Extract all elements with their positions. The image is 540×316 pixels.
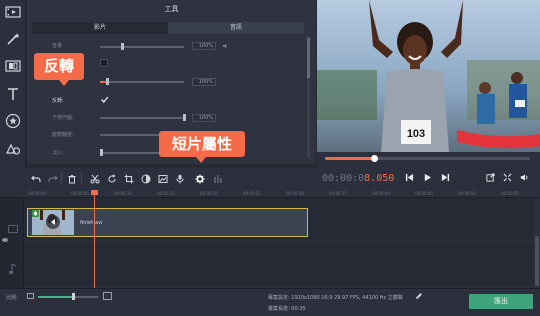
toolbar-divider (61, 173, 62, 184)
stabilize-slider-knob[interactable] (183, 114, 186, 121)
export-button[interactable]: 匯出 (469, 294, 533, 309)
zoom-in-icon[interactable] (103, 292, 112, 300)
record-audio-mic-icon[interactable] (173, 172, 186, 185)
clip-properties-callout: 短片屬性 (159, 131, 245, 157)
ruler-tick-label: 00:00:40 (372, 191, 390, 196)
ruler-tick-label: 00:00:20 (200, 191, 218, 196)
clip-filename: finish.avi (80, 220, 103, 226)
ruler-tick-label: 00:00:30 (286, 191, 304, 196)
playhead-line[interactable] (94, 192, 95, 290)
reverse-label: 反轉: (52, 98, 64, 104)
snapshot-export-icon[interactable] (484, 171, 497, 184)
rotate-slider[interactable] (100, 134, 160, 136)
panel-scrollbar-thumb[interactable] (307, 38, 310, 78)
color-swatch[interactable] (100, 59, 108, 67)
stabilize-slider[interactable] (100, 117, 184, 119)
titles-icon[interactable] (3, 85, 23, 103)
tab-audio[interactable]: 音訊 (168, 22, 304, 34)
timecode-elapsed: 00:00:0 (322, 173, 365, 184)
color-adjust-icon[interactable] (139, 172, 152, 185)
zoom-label: 比例: (6, 295, 18, 301)
speaker-icon[interactable] (222, 42, 230, 50)
clip-transition-rewind-icon[interactable] (46, 215, 60, 229)
ruler-tick-label: 00:00:15 (157, 191, 175, 196)
ruler-tick-label: 00:00:10 (114, 191, 132, 196)
playback-progress-fill (325, 157, 374, 160)
ruler-tick-label: 00:00:50 (458, 191, 476, 196)
tools-sidebar (0, 0, 26, 190)
ruler-tick-label: 00:00:35 (329, 191, 347, 196)
skip-back-icon[interactable] (403, 171, 416, 184)
video-track-icon[interactable] (8, 225, 18, 233)
reverse-callout: 反轉 (34, 53, 84, 80)
play-icon[interactable] (421, 171, 434, 184)
panel-title: 工具 (164, 5, 179, 13)
rotate-label: 旋轉軸度: (52, 132, 74, 138)
speed-value[interactable]: 100% (192, 78, 216, 86)
playback-progress-knob[interactable] (371, 155, 378, 162)
stabilize-value[interactable]: 100% (192, 114, 216, 122)
speed-slider[interactable] (100, 81, 184, 83)
volume-slider[interactable] (100, 46, 184, 48)
properties-tab-bar: 影片 音訊 (32, 22, 304, 34)
ruler-tick-label: 00:00:00 (28, 191, 46, 196)
tab-video[interactable]: 影片 (32, 22, 168, 34)
track-visibility-eye-icon[interactable] (2, 238, 8, 242)
fullscreen-icon[interactable] (501, 171, 514, 184)
import-media-icon[interactable] (3, 3, 23, 21)
fade-in-slider-knob[interactable] (100, 149, 103, 156)
redo-icon[interactable] (46, 172, 59, 185)
bib-number: 103 (407, 128, 425, 140)
project-settings-text: 專案設定: 1920x1080 16:9 29.97 FPS, 44100 Hz… (268, 295, 403, 301)
volume-value[interactable]: 100% (192, 42, 216, 50)
video-preview: 103 (317, 0, 540, 152)
toolbar-divider (81, 173, 82, 184)
volume-slider-knob[interactable] (121, 43, 124, 50)
fade-in-slider[interactable] (100, 152, 160, 154)
delete-trash-icon[interactable] (65, 172, 78, 185)
stickers-icon[interactable] (3, 112, 23, 130)
speed-slider-knob[interactable] (106, 78, 109, 85)
undo-icon[interactable] (29, 172, 42, 185)
timeline-scrollbar-thumb[interactable] (535, 236, 539, 286)
transitions-icon[interactable] (3, 57, 23, 75)
stabilize-label: 下選作圖: (52, 115, 74, 121)
timecode-fraction: 8.050 (364, 173, 395, 184)
ruler-tick-label: 00:00:25 (243, 191, 261, 196)
clip-properties-callout-pointer (196, 157, 206, 163)
edit-pencil-icon[interactable] (415, 292, 423, 300)
split-scissors-icon[interactable] (88, 172, 101, 185)
callouts-shapes-icon[interactable] (3, 140, 23, 158)
audio-levels-icon[interactable] (211, 172, 224, 185)
ruler-tick-label: 00:00:45 (415, 191, 433, 196)
zoom-slider-knob[interactable] (72, 293, 75, 300)
skip-forward-icon[interactable] (439, 171, 452, 184)
reverse-checkbox[interactable] (100, 95, 109, 104)
audio-track-note-icon[interactable] (8, 263, 18, 275)
ruler-tick-label: 00:00:05 (71, 191, 89, 196)
fade-in-label: 淡入: (52, 150, 64, 156)
zoom-out-icon[interactable] (27, 293, 34, 299)
audio-track[interactable] (24, 242, 534, 288)
filters-wand-icon[interactable] (3, 30, 23, 48)
transition-wizard-icon[interactable] (156, 172, 169, 185)
crop-icon[interactable] (122, 172, 135, 185)
clip-properties-gear-icon[interactable] (193, 172, 206, 185)
volume-icon[interactable] (518, 171, 531, 184)
zoom-slider-fill (38, 296, 73, 298)
timecode-display: 00:00:08.050 (322, 173, 394, 184)
rotate-icon[interactable] (105, 172, 118, 185)
project-length-text: 專案長度: 00:35 (268, 306, 306, 312)
volume-label: 音量 (52, 43, 63, 49)
ruler-tick-label: 00:00:55 (501, 191, 519, 196)
reverse-callout-pointer (59, 80, 69, 86)
